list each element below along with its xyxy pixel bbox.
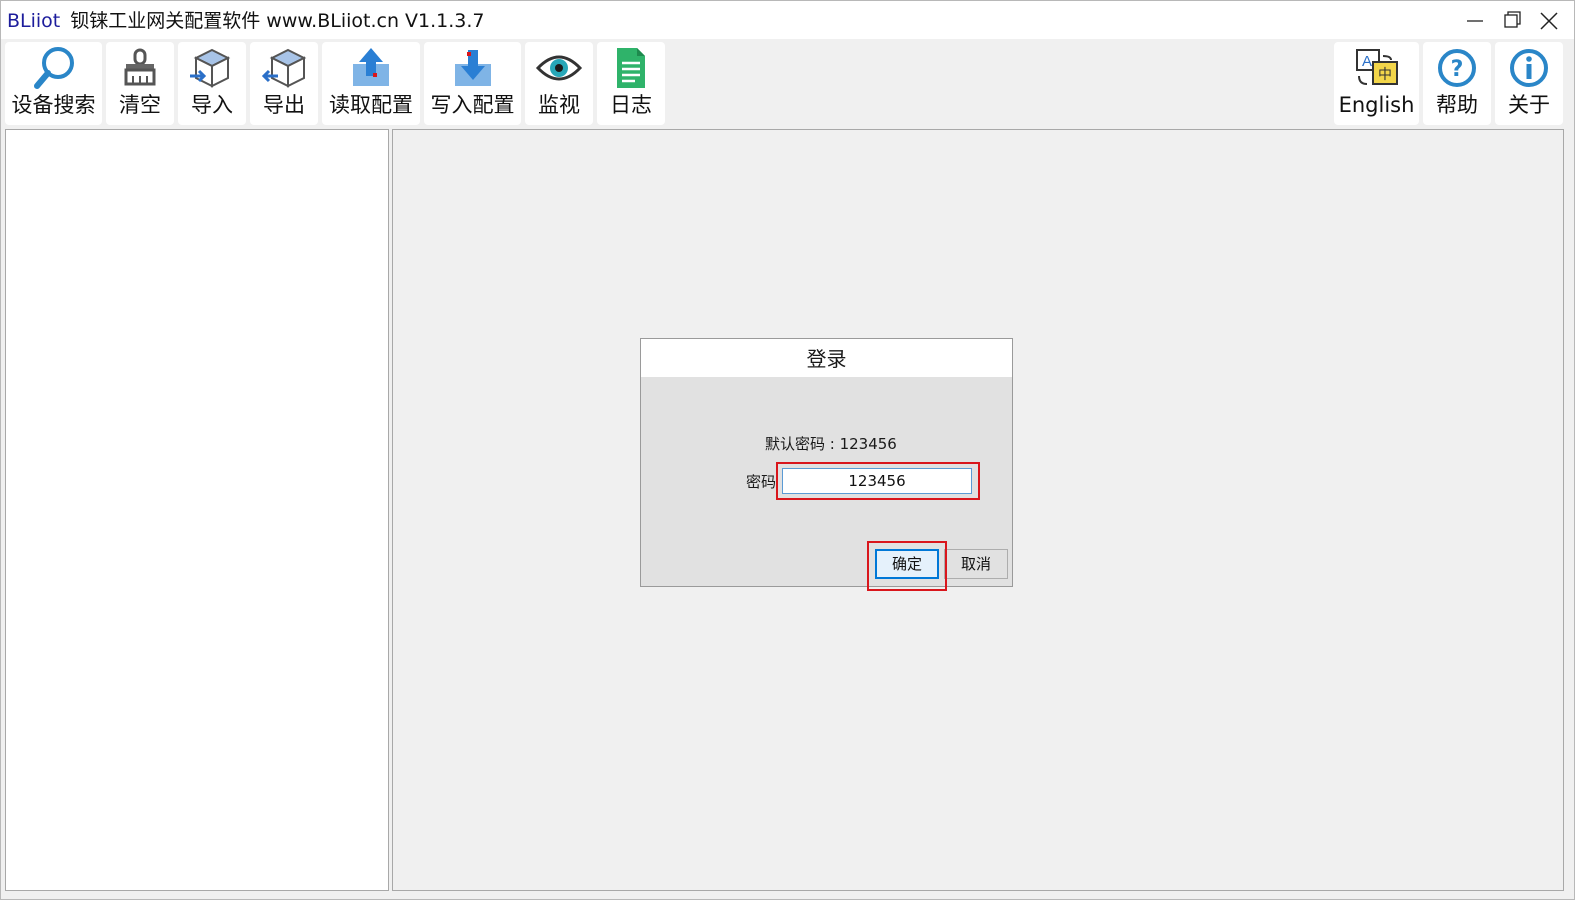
minimize-button[interactable] (1457, 1, 1497, 39)
import-box-icon (190, 48, 231, 88)
import-label: 导入 (191, 93, 233, 117)
clear-button[interactable]: 清空 (106, 42, 174, 125)
restore-button[interactable] (1495, 1, 1535, 39)
document-icon (617, 48, 645, 88)
monitor-label: 监视 (538, 93, 580, 117)
export-button[interactable]: 导出 (250, 42, 318, 125)
about-label: 关于 (1508, 93, 1550, 117)
device-tree-panel[interactable] (5, 129, 389, 891)
read-config-label: 读取配置 (329, 93, 413, 117)
password-label: 密码 (746, 473, 777, 491)
eye-icon (535, 55, 583, 81)
export-label: 导出 (263, 93, 305, 117)
write-config-label: 写入配置 (430, 93, 515, 117)
device-search-label: 设备搜索 (11, 93, 96, 117)
ok-highlight-box (867, 541, 947, 591)
window-title-text: 钡铼工业网关配置软件 www.BLiiot.cn V1.1.3.7 (70, 10, 485, 32)
write-config-button[interactable]: 写入配置 (424, 42, 521, 125)
close-icon (1540, 12, 1558, 30)
password-highlight-box (776, 462, 980, 500)
import-button[interactable]: 导入 (178, 42, 246, 125)
broom-icon (124, 48, 156, 86)
monitor-button[interactable]: 监视 (525, 42, 593, 125)
dialog-header: 登录 (641, 339, 1012, 377)
language-button[interactable]: A 中 English (1334, 42, 1419, 125)
log-label: 日志 (610, 93, 652, 117)
upload-arrow-icon (353, 48, 389, 86)
login-dialog: 登录 默认密码 : 123456 密码 确定 取消 (640, 338, 1013, 591)
info-icon (1510, 49, 1548, 87)
language-label: English (1338, 93, 1415, 117)
svg-text:A: A (1362, 53, 1372, 70)
help-button[interactable]: ? 帮助 (1423, 42, 1491, 125)
clear-label: 清空 (119, 93, 161, 117)
window-title: BLiiot 钡铼工业网关配置软件 www.BLiiot.cn V1.1.3.7 (7, 9, 485, 33)
svg-text:?: ? (1451, 57, 1464, 82)
help-label: 帮助 (1436, 93, 1478, 117)
help-icon: ? (1438, 49, 1476, 87)
title-bar: BLiiot 钡铼工业网关配置软件 www.BLiiot.cn V1.1.3.7 (1, 1, 1574, 39)
brand-name: BLiiot (7, 10, 61, 32)
close-button[interactable] (1531, 1, 1571, 39)
export-box-icon (261, 48, 307, 88)
log-button[interactable]: 日志 (597, 42, 665, 125)
restore-icon (1504, 11, 1521, 28)
translate-icon: A 中 (1355, 49, 1398, 85)
download-arrow-icon (454, 50, 491, 86)
svg-text:中: 中 (1378, 67, 1392, 83)
read-config-button[interactable]: 读取配置 (322, 42, 420, 125)
dialog-title: 登录 (806, 347, 847, 371)
cancel-button[interactable]: 取消 (944, 549, 1008, 579)
about-button[interactable]: 关于 (1495, 42, 1563, 125)
toolbar: 设备搜索 清空 导入 导出 读取配置 写入配置 监视 日志 A 中 Englis… (1, 39, 1574, 128)
minimize-icon (1467, 20, 1483, 22)
device-search-button[interactable]: 设备搜索 (5, 42, 102, 125)
default-password-hint: 默认密码 : 123456 (765, 435, 897, 453)
search-icon (33, 47, 74, 89)
